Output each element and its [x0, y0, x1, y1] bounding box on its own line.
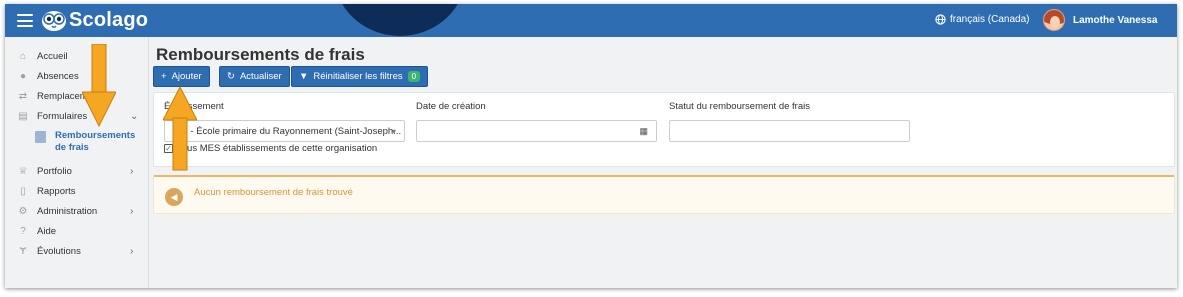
sidebar-item-label: Absences — [37, 70, 79, 82]
brand-name[interactable]: Scolago — [69, 9, 148, 32]
sidebar-subitem-label-1: Remboursements — [55, 130, 136, 141]
sidebar-item-administration[interactable]: ⚙ Administration › — [5, 202, 149, 220]
user-name: Lamothe Vanessa — [1073, 14, 1158, 26]
sidebar-item-remplacements[interactable]: ⇄ Remplacements — [5, 87, 149, 105]
establishment-select[interactable]: C... - École primaire du Rayonnement (Sa… — [164, 120, 405, 142]
creation-date-label: Date de création — [416, 101, 486, 112]
top-bar: Scolago français (Canada) Lamothe Vaness… — [5, 4, 1177, 37]
empty-state-message: Aucun remboursement de frais trouvé — [194, 187, 353, 198]
status-select[interactable] — [669, 120, 910, 142]
sidebar-item-absences[interactable]: ● Absences — [5, 67, 149, 85]
avatar — [1043, 9, 1065, 31]
calendar-icon: ▦ — [639, 125, 648, 136]
add-button[interactable]: + Ajouter — [153, 66, 210, 87]
report-icon: ▯ — [20, 185, 26, 197]
owl-logo-icon — [42, 11, 66, 31]
establishment-value: C... - École primaire du Rayonnement (Sa… — [173, 125, 402, 137]
filter-count-badge: 0 — [407, 71, 421, 82]
sidebar-item-label: Portfolio — [37, 165, 72, 177]
trophy-icon: ♕ — [18, 165, 28, 177]
user-menu[interactable]: Lamothe Vanessa — [1043, 9, 1157, 31]
menu-icon[interactable] — [17, 14, 33, 27]
language-label: français (Canada) — [950, 14, 1030, 25]
sidebar-item-formulaires[interactable]: ▤ Formulaires ⌄ — [5, 107, 149, 125]
app-window: Scolago français (Canada) Lamothe Vaness… — [5, 4, 1177, 288]
annotation-arrow-down-icon — [82, 44, 116, 128]
gear-icon: ⚙ — [18, 205, 28, 217]
sidebar-item-label: Aide — [37, 225, 57, 237]
chevron-right-icon: › — [130, 205, 134, 217]
sidebar-item-label: Rapports — [37, 185, 76, 197]
annotation-arrow-up-icon — [163, 86, 197, 171]
chevron-right-icon: › — [130, 245, 134, 257]
all-establishments-label: Tous MES établissements de cette organis… — [177, 143, 378, 154]
refresh-button-label: Actualiser — [239, 71, 282, 82]
swap-icon: ⇄ — [18, 90, 28, 102]
filter-icon: ▼ — [299, 71, 309, 82]
main-content: Remboursements de frais + Ajouter ↻ Actu… — [152, 37, 1177, 288]
header-decoration — [334, 4, 466, 36]
document-icon — [35, 131, 46, 143]
chevron-down-icon: ▾ — [391, 126, 396, 136]
home-icon: ⌂ — [19, 50, 27, 62]
help-icon: ? — [20, 225, 26, 237]
plus-icon: + — [161, 71, 167, 82]
sidebar-item-label: Formulaires — [37, 110, 88, 122]
form-icon: ▤ — [18, 110, 28, 122]
sidebar-item-rapports[interactable]: ▯ Rapports — [5, 182, 149, 200]
sidebar-subitem-remboursements[interactable]: Remboursements de frais — [35, 130, 145, 154]
refresh-icon: ↻ — [227, 71, 235, 82]
sidebar-item-aide[interactable]: ? Aide — [5, 222, 149, 240]
add-button-label: Ajouter — [171, 71, 202, 82]
refresh-button[interactable]: ↻ Actualiser — [219, 66, 290, 87]
status-label: Statut du remboursement de frais — [669, 101, 810, 112]
reset-filters-button[interactable]: ▼ Réinitialiser les filtres 0 — [291, 66, 429, 87]
sidebar-item-portfolio[interactable]: ♕ Portfolio › — [5, 162, 149, 180]
megaphone-icon: ◀ — [165, 188, 183, 206]
globe-icon — [935, 14, 946, 25]
empty-state-alert: ◀ Aucun remboursement de frais trouvé — [153, 175, 1175, 214]
filters-panel: Établissement Date de création Statut du… — [153, 92, 1175, 167]
reset-filters-label: Réinitialiser les filtres — [313, 71, 403, 82]
sidebar-item-accueil[interactable]: ⌂ Accueil — [5, 47, 149, 65]
sidebar-item-label: Accueil — [37, 50, 68, 62]
page-title: Remboursements de frais — [156, 45, 365, 64]
sidebar-item-evolutions[interactable]: Ɏ Évolutions › — [5, 242, 149, 260]
sidebar: ⌂ Accueil ● Absences ⇄ Remplacements ▤ F… — [5, 37, 149, 288]
chevron-right-icon: › — [130, 165, 134, 177]
sidebar-item-label: Évolutions — [37, 245, 81, 257]
sidebar-subitem-label-2: de frais — [55, 142, 89, 153]
sidebar-item-label: Administration — [37, 205, 98, 217]
chevron-down-icon: ⌄ — [130, 110, 139, 122]
users-icon: ● — [19, 70, 27, 82]
creation-date-input[interactable]: ▦ — [416, 120, 657, 142]
language-selector[interactable]: français (Canada) — [935, 14, 1029, 25]
plant-icon: Ɏ — [19, 245, 27, 257]
